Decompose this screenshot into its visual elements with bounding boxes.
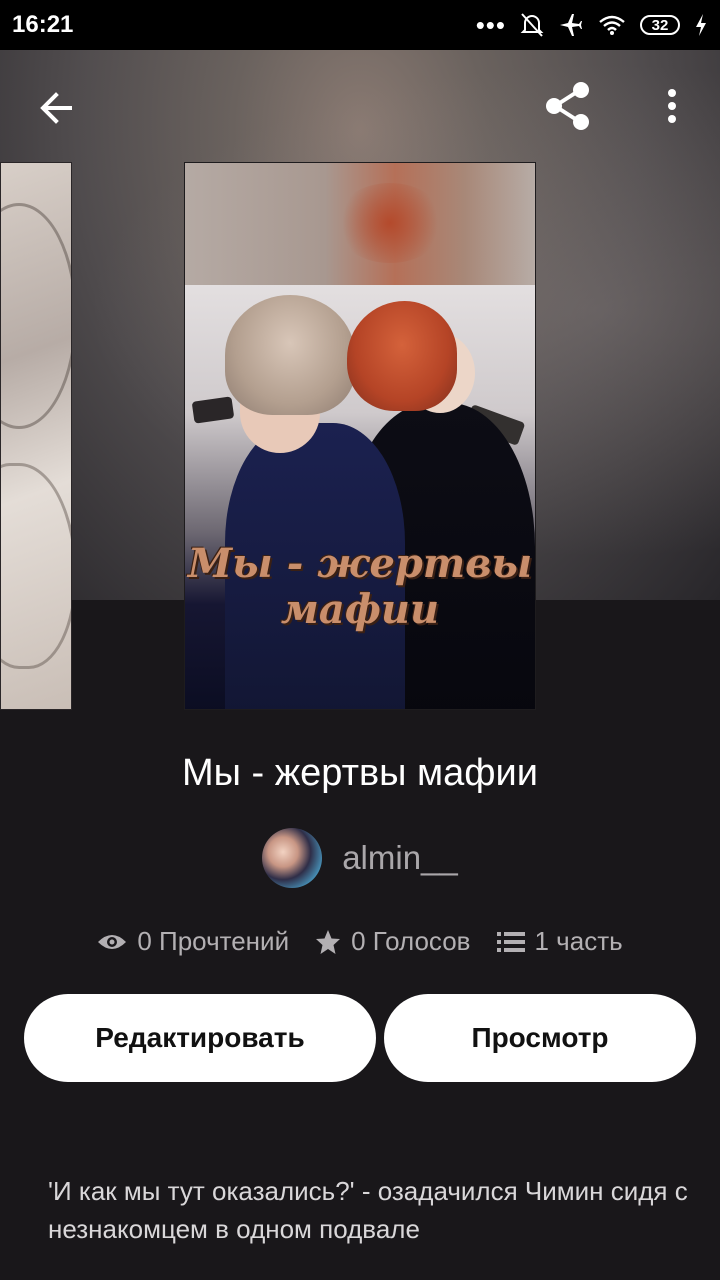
back-button[interactable] xyxy=(24,76,88,140)
list-icon xyxy=(496,931,525,952)
notifications-off-icon xyxy=(520,13,544,37)
votes-count: 0 Голосов xyxy=(351,926,471,956)
airplane-icon xyxy=(560,14,582,36)
avatar[interactable] xyxy=(262,828,323,888)
share-button[interactable] xyxy=(536,74,600,138)
more-dots-icon: ••• xyxy=(475,9,506,40)
more-options-button[interactable] xyxy=(640,74,704,138)
votes-stat: 0 Голосов xyxy=(315,926,471,957)
parts-count: 1 часть xyxy=(534,926,623,956)
toolbar xyxy=(0,60,720,156)
cover-title-line: мафии xyxy=(280,586,440,633)
battery-icon: 32 xyxy=(640,15,680,35)
status-bar: 16:21 ••• 32 xyxy=(0,0,720,50)
author-row[interactable]: almin__ xyxy=(0,828,720,888)
eye-icon xyxy=(98,934,127,949)
figure-hair xyxy=(225,295,355,415)
previous-story-cover[interactable] xyxy=(0,162,72,710)
reads-count: 0 Прочтений xyxy=(137,926,290,956)
edit-button[interactable]: Редактировать xyxy=(24,994,376,1082)
cover-top-art xyxy=(185,163,535,285)
parts-stat: 1 часть xyxy=(496,926,623,957)
more-vertical-icon xyxy=(668,89,676,123)
back-arrow-icon xyxy=(40,92,72,124)
status-icons: ••• 32 xyxy=(476,10,708,41)
view-button[interactable]: Просмотр xyxy=(384,994,696,1082)
cover-title-text: Мы - жертвы мафии xyxy=(185,541,535,633)
charging-icon xyxy=(696,14,706,36)
cover-title-line: Мы - жертвы xyxy=(187,540,533,587)
star-icon xyxy=(316,929,341,954)
reads-stat: 0 Прочтений xyxy=(97,926,289,957)
figure-hair xyxy=(347,301,457,411)
story-cover[interactable]: Мы - жертвы мафии xyxy=(184,162,536,710)
story-title: Мы - жертвы мафии xyxy=(181,752,539,794)
author-name[interactable]: almin__ xyxy=(342,839,458,877)
story-stats: 0 Прочтений 0 Голосов 1 часть xyxy=(0,926,720,957)
status-time: 16:21 xyxy=(12,11,74,38)
story-description: 'И как мы тут оказались?' - озадачился Ч… xyxy=(48,1176,688,1244)
wifi-icon xyxy=(599,15,625,35)
share-icon xyxy=(546,82,589,130)
